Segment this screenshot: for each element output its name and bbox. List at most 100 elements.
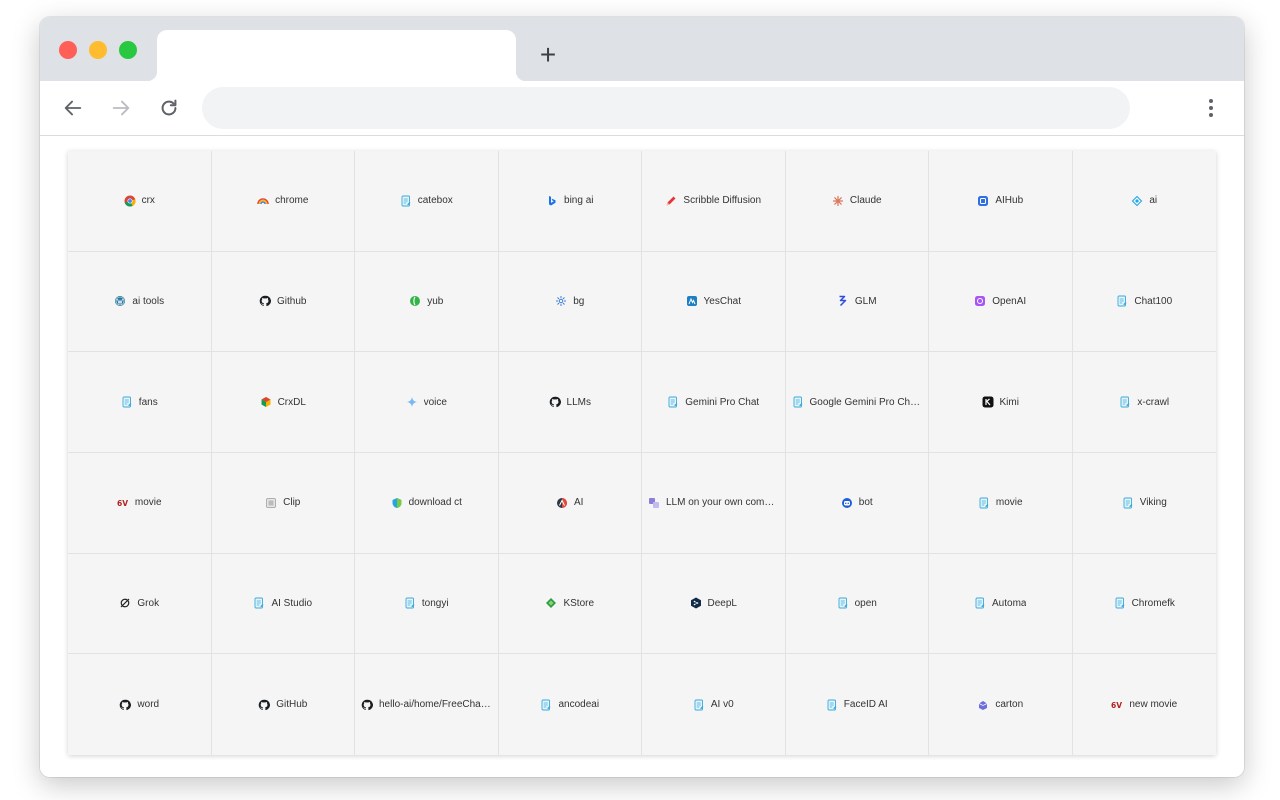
shortcut-tile[interactable]: Viking bbox=[1072, 453, 1216, 554]
shortcut-tile[interactable]: Chat100 bbox=[1072, 252, 1216, 353]
shortcut-tile[interactable]: Scribble Diffusion bbox=[642, 151, 786, 252]
shortcut-tile[interactable]: voice bbox=[355, 352, 499, 453]
shortcut-tile[interactable]: ai tools bbox=[68, 251, 212, 353]
shortcut-tile[interactable]: word bbox=[68, 654, 212, 755]
github-icon bbox=[259, 295, 272, 307]
maximize-window-button[interactable] bbox=[119, 41, 137, 59]
shortcut-label: LLM on your own computer bbox=[666, 497, 779, 509]
shortcut-tile[interactable]: LLMs bbox=[498, 352, 642, 453]
shortcut-tile[interactable]: carton bbox=[929, 654, 1073, 755]
doc-icon bbox=[1122, 497, 1134, 509]
shortcut-tile[interactable]: YesChat bbox=[642, 251, 786, 353]
shortcut-tile[interactable]: Kimi bbox=[929, 352, 1073, 453]
shortcut-tile[interactable]: hello-ai/home/FreeChatGPT bbox=[355, 654, 499, 755]
aihub-icon bbox=[977, 195, 989, 207]
menu-dot-icon bbox=[1209, 106, 1213, 110]
shortcut-tile[interactable]: 6V new movie bbox=[1073, 654, 1217, 755]
shortcut-tile[interactable]: bing ai bbox=[498, 151, 642, 252]
shortcut-tile[interactable]: chrome bbox=[211, 151, 355, 252]
browser-menu-button[interactable] bbox=[1198, 95, 1224, 121]
gear-icon bbox=[555, 295, 567, 307]
forward-button[interactable] bbox=[106, 93, 136, 123]
shortcut-tile[interactable]: AI bbox=[498, 452, 642, 554]
shortcut-tile[interactable]: ai bbox=[1072, 151, 1216, 252]
shortcut-tile[interactable]: KStore bbox=[498, 553, 642, 655]
shortcut-label: AI v0 bbox=[710, 699, 734, 711]
kimi-icon bbox=[982, 396, 994, 408]
shortcut-tile[interactable]: download ct bbox=[355, 452, 499, 554]
shortcut-label: ai bbox=[1149, 195, 1158, 207]
doc-icon bbox=[974, 597, 986, 609]
shortcut-tile[interactable]: AI Studio bbox=[211, 553, 355, 655]
shortcut-label: Kimi bbox=[999, 396, 1019, 408]
shortcut-tile[interactable]: CrxDL bbox=[211, 352, 355, 453]
shortcut-tile[interactable]: bot bbox=[785, 452, 929, 554]
shortcut-label: fans bbox=[138, 396, 158, 408]
doc-icon bbox=[253, 597, 265, 609]
shortcut-label: yub bbox=[427, 295, 444, 307]
reload-icon bbox=[161, 99, 177, 116]
shortcut-tile[interactable]: crx bbox=[68, 151, 212, 252]
shortcut-tile[interactable]: tongyi bbox=[355, 553, 499, 655]
shortcut-label: AI bbox=[574, 497, 584, 509]
shortcut-label: Gemini Pro Chat bbox=[685, 396, 760, 408]
active-tab[interactable] bbox=[147, 30, 526, 81]
chrome-rainbow-icon bbox=[257, 195, 269, 207]
shortcut-tile[interactable]: DeepL bbox=[642, 553, 786, 655]
shortcut-tile[interactable]: Clip bbox=[211, 452, 355, 554]
shortcut-label: tongyi bbox=[421, 597, 449, 609]
shortcut-tile[interactable]: catebox bbox=[355, 151, 499, 252]
shortcut-tile[interactable]: LLM on your own computer bbox=[642, 452, 786, 554]
doc-icon bbox=[792, 396, 804, 408]
shortcut-label: hello-ai/home/FreeChatGPT bbox=[379, 699, 492, 711]
shortcut-label: Chromefk bbox=[1131, 597, 1175, 609]
reload-button[interactable] bbox=[154, 93, 184, 123]
svg-text:6V: 6V bbox=[117, 499, 128, 508]
shortcut-tile[interactable]: 6V movie bbox=[68, 452, 212, 554]
arrow-right-icon bbox=[112, 100, 130, 116]
shortcut-tile[interactable]: GitHub bbox=[212, 654, 355, 755]
shortcut-tile[interactable]: open bbox=[785, 553, 929, 655]
shortcut-tile[interactable]: Github bbox=[211, 251, 355, 353]
address-bar[interactable] bbox=[202, 87, 1130, 129]
back-button[interactable] bbox=[58, 93, 88, 123]
shortcut-tile[interactable]: AIHub bbox=[929, 151, 1073, 252]
shortcut-tile[interactable]: OpenAI bbox=[929, 251, 1073, 353]
shortcut-tile[interactable]: yub bbox=[355, 251, 499, 353]
deepl-icon bbox=[690, 597, 702, 609]
shortcut-tile[interactable]: Automa bbox=[929, 553, 1073, 655]
shortcut-tile[interactable]: x-crawl bbox=[1072, 352, 1216, 453]
shortcut-tile[interactable]: fans bbox=[68, 352, 212, 453]
shortcut-tile[interactable]: AI v0 bbox=[642, 654, 786, 755]
doc-icon bbox=[837, 597, 849, 609]
shortcut-tile[interactable]: Claude bbox=[785, 151, 929, 252]
shortcut-tile[interactable]: Gemini Pro Chat bbox=[642, 352, 786, 453]
shortcut-tile[interactable]: ancodeai bbox=[499, 654, 642, 755]
minimize-window-button[interactable] bbox=[89, 41, 107, 59]
doc-icon bbox=[1116, 295, 1128, 307]
doc-icon bbox=[540, 699, 552, 711]
doc-icon bbox=[400, 195, 412, 207]
shortcut-tile[interactable]: Google Gemini Pro Chat Bot bbox=[785, 352, 929, 453]
6v-icon: 6V bbox=[1111, 699, 1123, 711]
shortcut-label: KStore bbox=[563, 597, 595, 609]
shortcut-tile[interactable]: Chromefk bbox=[1072, 554, 1216, 655]
shortcut-label: CrxDL bbox=[277, 396, 306, 408]
shortcut-label: FaceID AI bbox=[843, 699, 888, 711]
doc-icon bbox=[1119, 396, 1131, 408]
doc-icon bbox=[121, 396, 133, 408]
new-tab-button[interactable]: + bbox=[534, 41, 562, 69]
shortcut-tile[interactable]: GLM bbox=[785, 251, 929, 353]
shortcut-label: ai tools bbox=[132, 295, 165, 307]
shortcut-label: YesChat bbox=[703, 295, 741, 307]
shortcut-label: movie bbox=[995, 497, 1023, 509]
shortcut-tile[interactable]: movie bbox=[929, 452, 1073, 554]
shortcut-tile[interactable]: FaceID AI bbox=[786, 654, 929, 755]
diamond-icon bbox=[1131, 195, 1143, 207]
shortcut-tile[interactable]: bg bbox=[498, 251, 642, 353]
doc-icon bbox=[978, 497, 990, 509]
svg-text:6V: 6V bbox=[1111, 701, 1122, 710]
shortcut-tile[interactable]: Grok bbox=[68, 553, 212, 655]
close-window-button[interactable] bbox=[59, 41, 77, 59]
github-icon bbox=[549, 396, 561, 408]
